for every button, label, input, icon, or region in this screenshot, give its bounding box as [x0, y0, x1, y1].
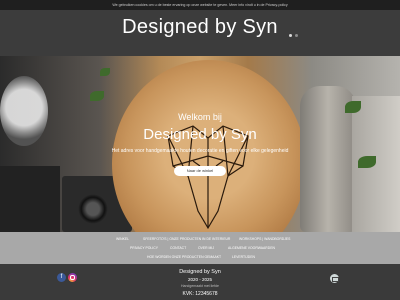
nav-item-privacy-policy[interactable]: PRIVACY POLICY: [130, 246, 158, 250]
nav-item-workshops[interactable]: WORKSHOPS | WANDBORDJES: [239, 237, 290, 241]
instagram-icon[interactable]: [68, 273, 77, 282]
hero-photo-leaf: [358, 156, 376, 168]
hero-photo-camera: [0, 166, 60, 232]
nav-item-winkel[interactable]: WINKEL: [116, 237, 129, 241]
slider-dot-2[interactable]: [295, 34, 298, 37]
cookie-notice-text: We gebruiken cookies om u de beste ervar…: [112, 3, 288, 7]
hero-banner: Welkom bij Designed by Syn Het adres voo…: [0, 56, 400, 232]
footer-kvk: KVK: 12345678: [182, 291, 218, 297]
site-header: Designed by Syn: [0, 10, 400, 56]
hero-photo-leaf: [100, 68, 110, 76]
mail-icon[interactable]: [330, 274, 339, 283]
hero-subtitle: Het adres voor handgemaakte houten decor…: [111, 148, 289, 154]
site-footer: Designed by Syn 2020 - 2025 Handgemaakt …: [0, 264, 400, 300]
nav-item-contact[interactable]: CONTACT: [170, 246, 186, 250]
site-title[interactable]: Designed by Syn: [0, 16, 400, 39]
shop-button[interactable]: Naar de winkel: [174, 166, 226, 176]
nav-item-algemene-voorwaarden[interactable]: ALGEMENE VOORWAARDEN: [228, 246, 275, 250]
nav-item-sfeerfotos[interactable]: SFEERFOTO'S | ONZE PRODUCTEN IN DE INTER…: [143, 237, 230, 241]
cookie-notice: We gebruiken cookies om u de beste ervar…: [0, 0, 400, 10]
main-navigation: WINKEL SFEERFOTO'S | ONZE PRODUCTEN IN D…: [0, 232, 400, 264]
hero-photo-leaf: [90, 91, 104, 101]
footer-note: Handgemaakt met liefde: [181, 284, 219, 288]
facebook-icon[interactable]: f: [57, 273, 66, 282]
hero-title: Designed by Syn: [143, 126, 257, 143]
nav-item-levertijden[interactable]: LEVERTIJDEN: [232, 255, 255, 259]
nav-item-over-mij[interactable]: OVER MIJ: [198, 246, 214, 250]
slider-dots: [289, 34, 298, 37]
hero-photo-lens: [78, 194, 108, 224]
slider-dot-1[interactable]: [289, 34, 292, 37]
hero-welcome: Welkom bij: [178, 112, 222, 122]
nav-item-productie[interactable]: HOE WORDEN ONZE PRODUCTEN GEMAAKT: [147, 255, 221, 259]
